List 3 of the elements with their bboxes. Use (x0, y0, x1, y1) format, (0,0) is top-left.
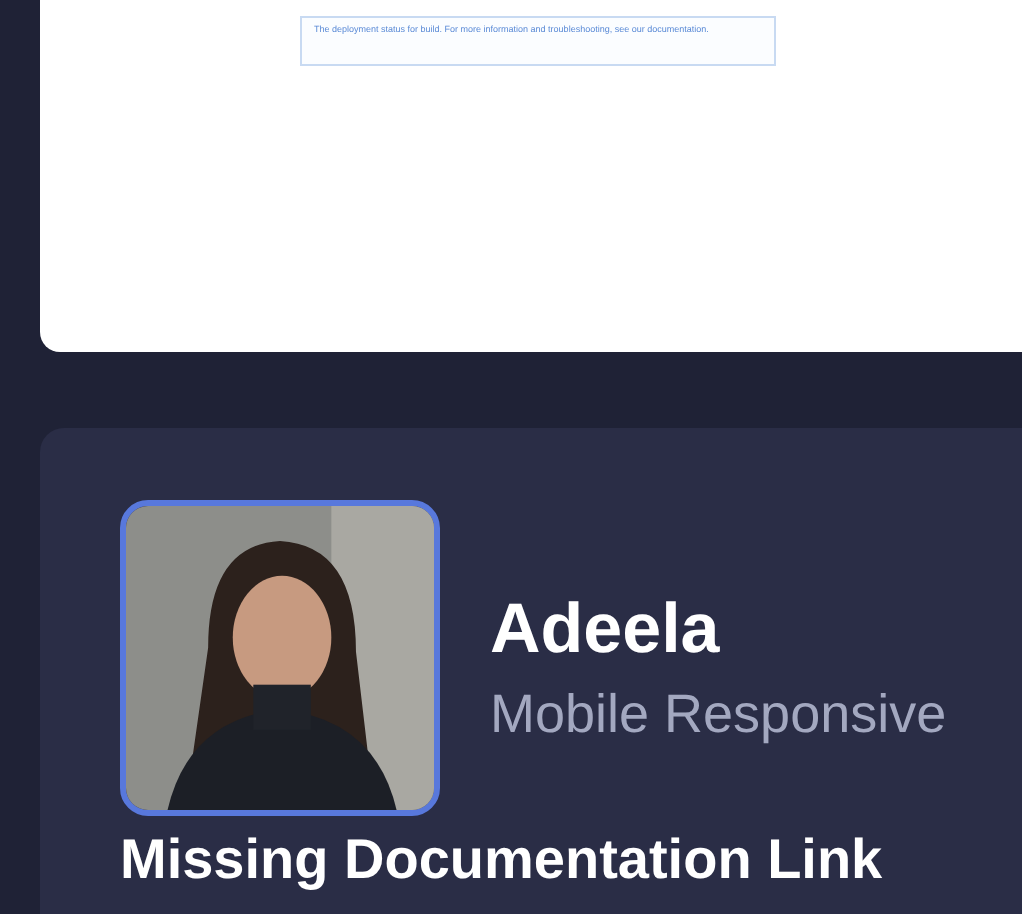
profile-name: Adeela (490, 590, 722, 670)
section-heading: Missing Documentation Link (120, 828, 883, 892)
profile-role: Mobile Responsive (490, 682, 947, 746)
